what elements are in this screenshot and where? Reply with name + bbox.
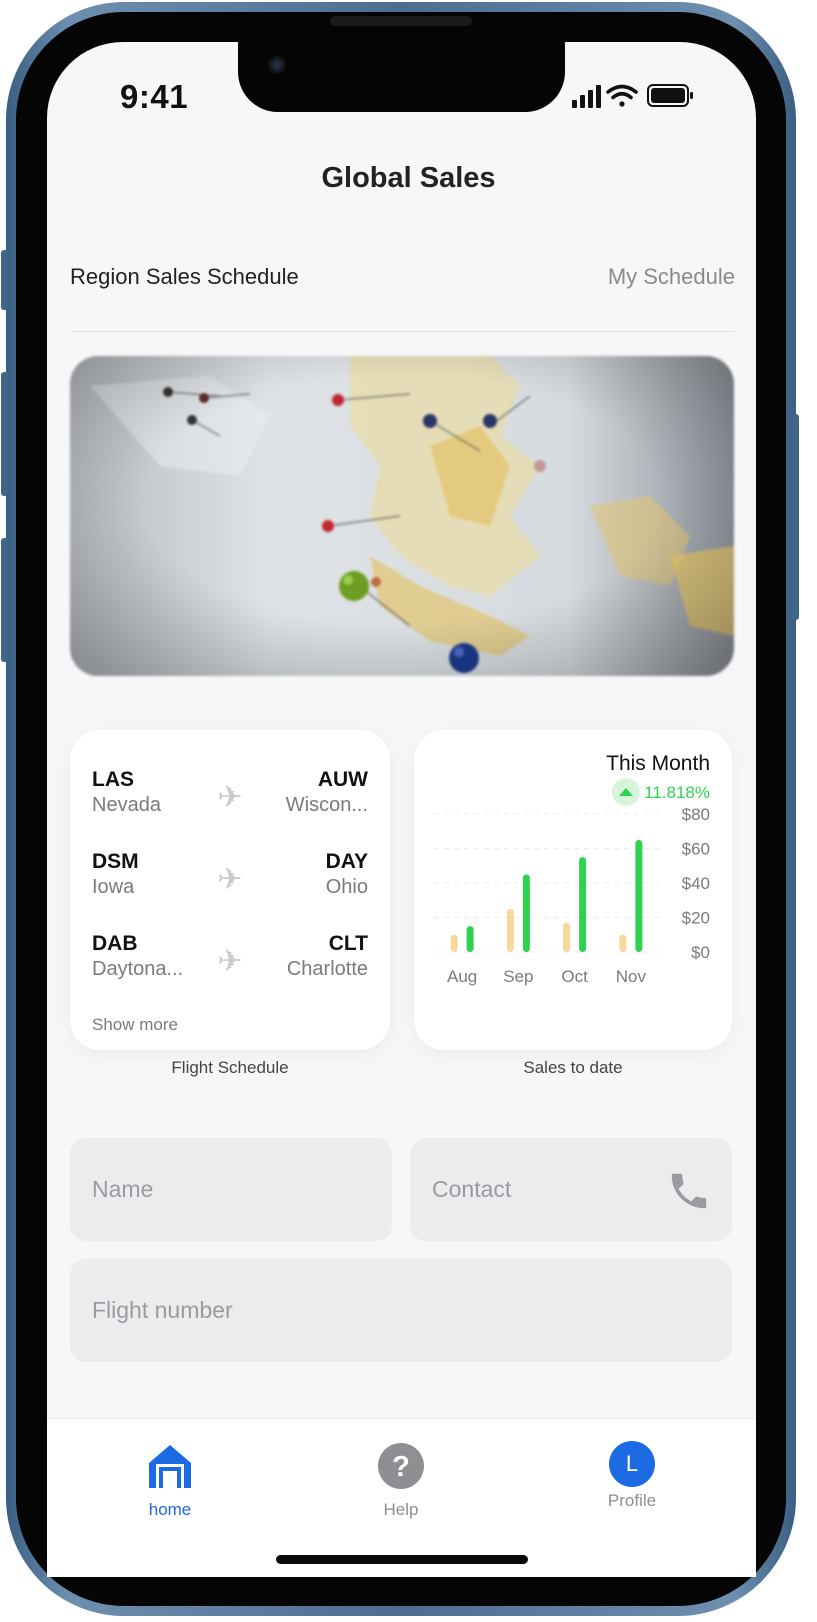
bar-current[interactable] — [466, 926, 474, 952]
x-tick-label: Aug — [447, 967, 477, 986]
status-time: 9:41 — [120, 78, 189, 115]
route-row[interactable]: LAS Nevada ✈ AUW Wiscon... — [92, 768, 368, 824]
route-origin: DSM Iowa — [92, 850, 139, 899]
bar-current[interactable] — [635, 839, 643, 952]
y-tick-label: $20 — [682, 909, 710, 928]
avatar-initial: L — [625, 1451, 639, 1476]
volume-up-button — [1, 372, 8, 496]
y-tick-label: $80 — [682, 805, 710, 824]
bar-previous[interactable] — [450, 934, 458, 952]
origin-city: Iowa — [92, 876, 135, 898]
bar-previous[interactable] — [619, 934, 627, 952]
origin-city: Daytona... — [92, 958, 184, 980]
name-field[interactable] — [70, 1138, 392, 1241]
flight-schedule-caption: Flight Schedule — [171, 1058, 289, 1077]
help-icon: ? — [378, 1443, 424, 1489]
airplane-icon: ✈ — [217, 781, 243, 814]
origin-city: Nevada — [92, 794, 161, 816]
origin-code: DAB — [92, 932, 138, 955]
sales-chart-card[interactable]: This Month 11.818% $80 $60 $40 $20 $0 Aug Sep… — [414, 730, 732, 1050]
destination-code: DAY — [325, 850, 368, 873]
notch — [238, 42, 565, 112]
bar-current[interactable] — [522, 874, 530, 952]
speaker-grille — [330, 16, 472, 26]
destination-code: CLT — [328, 932, 368, 955]
world-map-photo — [70, 356, 734, 676]
power-button — [792, 414, 799, 620]
tab-profile-label: Profile — [607, 1491, 657, 1510]
tab-home[interactable]: home — [110, 1441, 230, 1520]
route-destination: CLT Charlotte — [287, 932, 368, 981]
tab-region-sales-schedule[interactable]: Region Sales Schedule — [70, 264, 299, 290]
airplane-icon: ✈ — [217, 945, 243, 978]
tab-help[interactable]: ? Help — [341, 1441, 461, 1520]
origin-code: LAS — [92, 768, 134, 791]
avatar: L — [609, 1441, 655, 1487]
bar-previous[interactable] — [563, 922, 571, 952]
y-tick-label: $60 — [682, 840, 710, 859]
bar-current[interactable] — [579, 857, 587, 952]
destination-city: Wiscon... — [285, 794, 368, 816]
home-icon — [149, 1445, 191, 1488]
destination-city: Charlotte — [286, 958, 368, 980]
camera-icon — [268, 56, 286, 74]
flight-number-field[interactable] — [70, 1259, 732, 1362]
flight-schedule-card[interactable]: LAS Nevada ✈ AUW Wiscon... DSM Iowa ✈ DA… — [70, 730, 390, 1050]
show-more-link[interactable]: Show more — [92, 1015, 178, 1035]
sales-to-date-caption: Sales to date — [523, 1058, 623, 1077]
wifi-icon — [606, 84, 638, 107]
origin-code: DSM — [92, 850, 139, 873]
sales-bar-chart: This Month 11.818% $80 $60 $40 $20 $0 Aug Sep… — [434, 752, 710, 986]
silent-switch — [1, 250, 8, 310]
chart-title: This Month — [606, 752, 710, 775]
signal-icon — [572, 85, 601, 108]
y-tick-label: $40 — [682, 874, 710, 893]
route-destination: DAY Ohio — [326, 850, 368, 899]
contact-field[interactable] — [410, 1138, 732, 1241]
volume-down-button — [1, 538, 8, 662]
hero-map-image — [70, 356, 734, 676]
destination-code: AUW — [317, 768, 368, 791]
tab-bar: home ? Help L Profile — [47, 1418, 756, 1577]
svg-text:?: ? — [392, 1451, 410, 1483]
tab-my-schedule[interactable]: My Schedule — [608, 264, 735, 290]
route-row[interactable]: DAB Daytona... ✈ CLT Charlotte — [92, 932, 368, 988]
home-indicator[interactable] — [276, 1555, 528, 1564]
status-icons — [572, 84, 693, 108]
x-tick-label: Nov — [616, 967, 647, 986]
bar-previous[interactable] — [506, 908, 514, 952]
airplane-icon: ✈ — [217, 863, 243, 896]
change-percent: 11.818% — [644, 783, 710, 802]
y-tick-label: $0 — [691, 943, 710, 962]
route-origin: DAB Daytona... — [92, 932, 183, 981]
contact-input[interactable] — [432, 1138, 690, 1241]
phone-icon[interactable] — [666, 1168, 712, 1214]
page-title: Global Sales — [321, 162, 496, 194]
x-tick-label: Oct — [561, 967, 588, 986]
battery-icon — [647, 84, 693, 107]
route-destination: AUW Wiscon... — [286, 768, 368, 817]
tab-profile[interactable]: L Profile — [572, 1441, 692, 1511]
route-row[interactable]: DSM Iowa ✈ DAY Ohio — [92, 850, 368, 906]
route-origin: LAS Nevada — [92, 768, 161, 817]
destination-city: Ohio — [325, 876, 368, 898]
flight-number-input[interactable] — [92, 1259, 622, 1362]
divider — [70, 331, 734, 332]
x-tick-label: Sep — [503, 967, 533, 986]
name-input[interactable] — [92, 1138, 350, 1241]
tab-help-label: Help — [383, 1500, 419, 1519]
tab-home-label: home — [148, 1500, 192, 1519]
